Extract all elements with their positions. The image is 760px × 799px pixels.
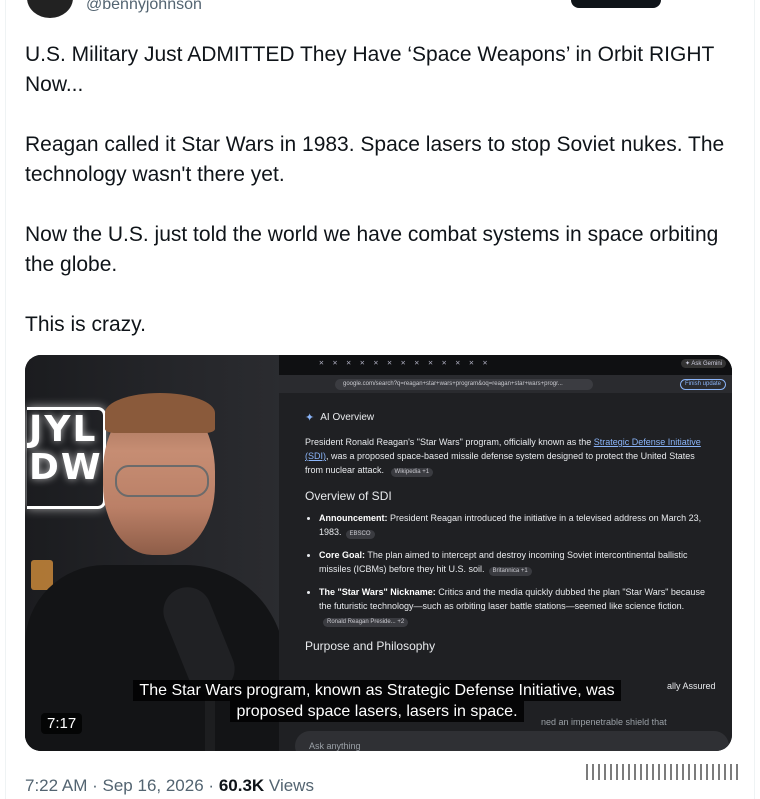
section-title: Overview of SDI — [305, 489, 392, 503]
bullet-label: Announcement: — [319, 513, 388, 523]
separator: · — [92, 776, 98, 795]
browser-tabs: ✕ ✕ ✕ ✕ ✕ ✕ ✕ ✕ ✕ ✕ ✕ ✕ ✕ — [319, 358, 490, 367]
source-chip: Wikipedia +1 — [390, 468, 434, 477]
video-duration: 7:17 — [41, 713, 83, 734]
presenter-hair — [105, 393, 215, 433]
source-chip: Ronald Reagan Preside... +2 — [323, 618, 409, 627]
ai-intro: President Ronald Reagan's "Star Wars" pr… — [305, 435, 710, 477]
tweet-paragraph: U.S. Military Just ADMITTED They Have ‘S… — [25, 43, 714, 96]
follow-button[interactable] — [571, 0, 661, 8]
bullet-label: Core Goal: — [319, 550, 366, 560]
gemini-button: ✦ Ask Gemini — [680, 359, 726, 368]
tweet-paragraph: This is crazy. — [25, 313, 146, 336]
caption-line: proposed space lasers, lasers in space. — [230, 701, 524, 722]
author-handle[interactable]: @bennyjohnson — [86, 0, 202, 14]
ai-intro-text-2: , was a proposed space-based missile def… — [305, 451, 695, 475]
bullet-label: The "Star Wars" Nickname: — [319, 587, 436, 597]
browser-url: google.com/search?q=reagan+star+wars+pro… — [335, 379, 593, 390]
source-chip: EBSCO — [345, 530, 375, 539]
source-chip: Britannica +1 — [488, 567, 532, 576]
views-count: 60.3K — [218, 776, 265, 795]
tweet-date[interactable]: Sep 16, 2026 — [103, 776, 204, 795]
separator: · — [208, 776, 215, 795]
sparkle-icon: ✦ — [305, 412, 315, 424]
watermark-marks — [586, 764, 742, 780]
ai-overview-title: AI Overview — [320, 412, 375, 423]
list-item: Core Goal: The plan aimed to intercept a… — [319, 548, 710, 576]
tweet-meta: 7:22 AM · Sep 16, 2026 · 60.3K Views — [25, 776, 314, 796]
update-button: Finish update — [679, 379, 726, 390]
tweet-text: U.S. Military Just ADMITTED They Have ‘S… — [25, 40, 735, 370]
caption-line: The Star Wars program, known as Strategi… — [133, 680, 621, 701]
partial-text: ally Assured — [667, 681, 716, 691]
ai-overview: ✦ AI Overview President Ronald Reagan's … — [305, 411, 710, 661]
video-captions: The Star Wars program, known as Strategi… — [117, 680, 637, 722]
sdi-bullets: Announcement: President Reagan introduce… — [305, 511, 710, 627]
tweet-paragraph: Now the U.S. just told the world we have… — [25, 223, 719, 276]
browser-tabstrip: ✕ ✕ ✕ ✕ ✕ ✕ ✕ ✕ ✕ ✕ ✕ ✕ ✕ ✦ Ask Gemini — [279, 355, 732, 375]
list-item: The "Star Wars" Nickname: Critics and th… — [319, 585, 710, 627]
tweet-time[interactable]: 7:22 AM — [25, 776, 87, 795]
ai-overview-header: ✦ AI Overview — [305, 411, 710, 425]
presenter-glasses — [115, 465, 209, 497]
ask-input: Ask anything — [295, 731, 729, 751]
browser-addressbar: google.com/search?q=reagan+star+wars+pro… — [279, 375, 732, 393]
tweet-paragraph: Reagan called it Star Wars in 1983. Spac… — [25, 133, 725, 186]
ai-intro-text: President Ronald Reagan's "Star Wars" pr… — [305, 437, 594, 447]
video-player[interactable]: JYL DW ✕ ✕ ✕ ✕ ✕ ✕ ✕ ✕ ✕ ✕ ✕ ✕ ✕ ✦ Ask G… — [25, 355, 732, 751]
neon-sign-text: JYL DW — [29, 409, 103, 488]
section-title-2: Purpose and Philosophy — [305, 639, 436, 653]
list-item: Announcement: President Reagan introduce… — [319, 511, 710, 539]
views-label: Views — [268, 776, 314, 795]
